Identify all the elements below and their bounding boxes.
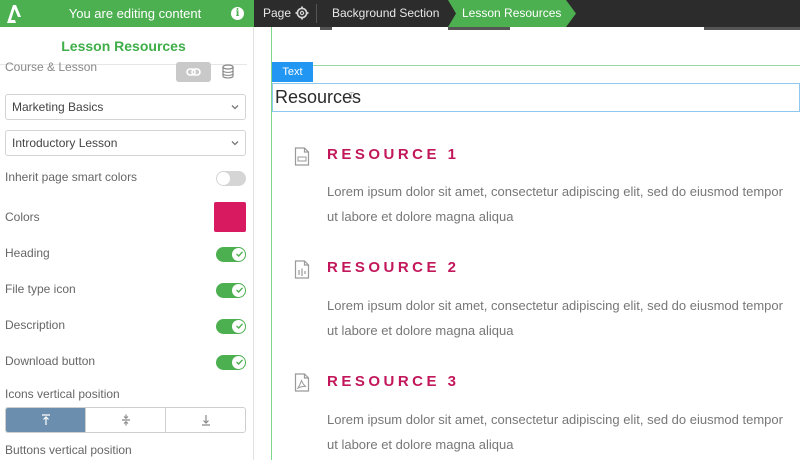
selection-guide-horizontal — [271, 65, 800, 66]
inherit-smart-colors-label: Inherit page smart colors — [5, 170, 138, 184]
app-logo-icon[interactable] — [5, 3, 23, 24]
section-preview-strip — [704, 27, 800, 30]
link-button[interactable] — [176, 62, 211, 82]
breadcrumb-page[interactable]: Page — [263, 0, 291, 27]
resource-description: Lorem ipsum dolor sit amet, consectetur … — [327, 412, 783, 427]
breadcrumb-lesson-resources[interactable]: Lesson Resources — [448, 0, 576, 27]
resource-title: RESOURCE 2 — [327, 259, 460, 276]
database-icon[interactable] — [222, 64, 234, 79]
align-middle-button[interactable] — [86, 408, 166, 432]
breadcrumb-active-label: Lesson Resources — [462, 6, 562, 20]
resource-description: ut labore et dolore magna aliqua — [327, 323, 514, 338]
lesson-select-value: Introductory Lesson — [12, 136, 118, 150]
align-bottom-button[interactable] — [166, 408, 245, 432]
check-icon — [236, 359, 243, 365]
check-icon — [236, 251, 243, 257]
inherit-smart-colors-toggle[interactable] — [216, 171, 246, 186]
file-type-icon-label: File type icon — [5, 282, 76, 296]
check-icon — [236, 323, 243, 329]
breadcrumb-divider — [316, 4, 317, 23]
section-preview-strip — [448, 27, 510, 30]
editing-status-text: You are editing content — [68, 6, 202, 21]
document-file-icon — [294, 147, 310, 166]
resource-description: Lorem ipsum dolor sit amet, consectetur … — [327, 184, 783, 199]
course-select-value: Marketing Basics — [12, 100, 104, 114]
heading-text-editor[interactable]: Resources ⌶ — [272, 83, 800, 112]
check-icon — [236, 287, 243, 293]
top-bar: You are editing content i Page Backgroun… — [0, 0, 800, 27]
text-element-tag[interactable]: Text — [272, 62, 313, 82]
toggle-knob — [217, 172, 230, 185]
align-top-button[interactable] — [6, 408, 86, 432]
resource-title: RESOURCE 1 — [327, 146, 460, 163]
icons-vertical-position-label: Icons vertical position — [5, 387, 120, 401]
page-canvas: Text Resources ⌶ RESOURCE 1 Lorem ipsum … — [254, 27, 800, 460]
resource-description: ut labore et dolore magna aliqua — [327, 437, 514, 452]
lesson-select[interactable]: Introductory Lesson — [5, 130, 246, 156]
text-cursor: ⌶ — [349, 91, 355, 101]
colors-label: Colors — [5, 210, 40, 224]
align-top-icon — [41, 414, 50, 425]
chevron-down-icon — [231, 141, 239, 146]
download-button-label: Download button — [5, 354, 96, 368]
buttons-vertical-position-label: Buttons vertical position — [5, 443, 132, 457]
chevron-down-icon — [231, 105, 239, 110]
gear-icon[interactable] — [295, 6, 309, 20]
settings-sidebar: Lesson Resources Course & Lesson Marketi… — [0, 27, 254, 460]
download-button-toggle[interactable] — [216, 355, 246, 370]
align-bottom-icon — [201, 415, 210, 426]
info-icon[interactable]: i — [231, 7, 244, 20]
audio-file-icon — [294, 260, 310, 279]
color-swatch[interactable] — [214, 202, 246, 232]
breadcrumb-background-section[interactable]: Background Section — [332, 0, 439, 27]
editing-banner: You are editing content i — [0, 0, 254, 27]
heading-toggle[interactable] — [216, 247, 246, 262]
pdf-file-icon — [294, 373, 310, 392]
resource-title: RESOURCE 3 — [327, 373, 460, 390]
resource-description: ut labore et dolore magna aliqua — [327, 209, 514, 224]
file-type-icon-toggle[interactable] — [216, 283, 246, 298]
section-preview-strip — [320, 27, 332, 30]
course-select[interactable]: Marketing Basics — [5, 94, 246, 120]
align-middle-icon — [121, 414, 130, 426]
resource-description: Lorem ipsum dolor sit amet, consectetur … — [327, 298, 783, 313]
icons-position-selector — [5, 407, 246, 433]
course-lesson-label: Course & Lesson — [5, 60, 98, 74]
description-label: Description — [5, 318, 66, 332]
heading-label: Heading — [5, 246, 50, 260]
description-toggle[interactable] — [216, 319, 246, 334]
link-icon — [186, 68, 201, 76]
